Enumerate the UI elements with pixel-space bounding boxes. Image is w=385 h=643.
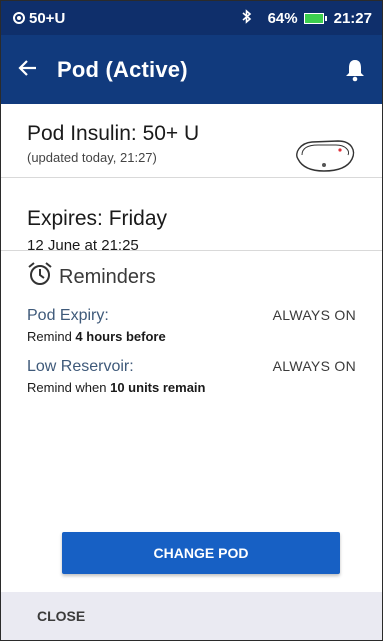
reminders-section: Reminders Pod Expiry: ALWAYS ON Remind 4… bbox=[1, 251, 382, 395]
reminder-label: Pod Expiry: bbox=[27, 307, 109, 324]
close-button[interactable]: CLOSE bbox=[37, 608, 85, 624]
reminder-desc-bold: 10 units remain bbox=[110, 380, 206, 395]
status-right: 64% 21:27 bbox=[242, 9, 372, 27]
reminder-item: Pod Expiry: ALWAYS ON Remind 4 hours bef… bbox=[27, 307, 356, 344]
expires-section: Expires: Friday 12 June at 21:25 bbox=[1, 178, 382, 254]
pod-icon bbox=[13, 12, 25, 24]
expires-label: Expires: Friday bbox=[27, 207, 168, 230]
reminder-description: Remind when 10 units remain bbox=[27, 380, 356, 395]
screen: 50+U 64% 21:27 Pod (Active) Pod Insulin:… bbox=[0, 0, 383, 641]
reminder-desc-prefix: Remind bbox=[27, 329, 76, 344]
reminder-desc-bold: 4 hours before bbox=[75, 329, 166, 344]
status-bar: 50+U 64% 21:27 bbox=[1, 1, 382, 35]
bluetooth-icon bbox=[242, 9, 252, 27]
app-bar: Pod (Active) bbox=[1, 35, 382, 104]
change-pod-button[interactable]: CHANGE POD bbox=[62, 532, 340, 574]
reminder-label: Low Reservoir: bbox=[27, 358, 134, 375]
page-title: Pod (Active) bbox=[57, 56, 188, 82]
status-time: 21:27 bbox=[333, 9, 372, 27]
alarm-clock-icon bbox=[27, 261, 53, 293]
status-left: 50+U bbox=[13, 10, 65, 27]
battery-icon bbox=[303, 12, 327, 24]
reminder-desc-prefix: Remind when bbox=[27, 380, 111, 395]
back-arrow-icon[interactable] bbox=[17, 56, 39, 84]
reminders-title: Reminders bbox=[59, 265, 156, 288]
status-pod-insulin: 50+U bbox=[29, 9, 66, 27]
pod-insulin-section: Pod Insulin: 50+ U (updated today, 21:27… bbox=[1, 104, 382, 178]
reminder-status: ALWAYS ON bbox=[272, 358, 356, 374]
battery-percent: 64% bbox=[267, 9, 298, 27]
bell-icon[interactable] bbox=[344, 58, 366, 82]
pod-device-icon bbox=[292, 137, 358, 182]
reminder-item: Low Reservoir: ALWAYS ON Remind when 10 … bbox=[27, 358, 356, 395]
reminders-header: Reminders bbox=[27, 261, 356, 293]
reminder-status: ALWAYS ON bbox=[272, 307, 356, 323]
reminder-description: Remind 4 hours before bbox=[27, 329, 356, 344]
close-bar: CLOSE bbox=[1, 592, 382, 640]
